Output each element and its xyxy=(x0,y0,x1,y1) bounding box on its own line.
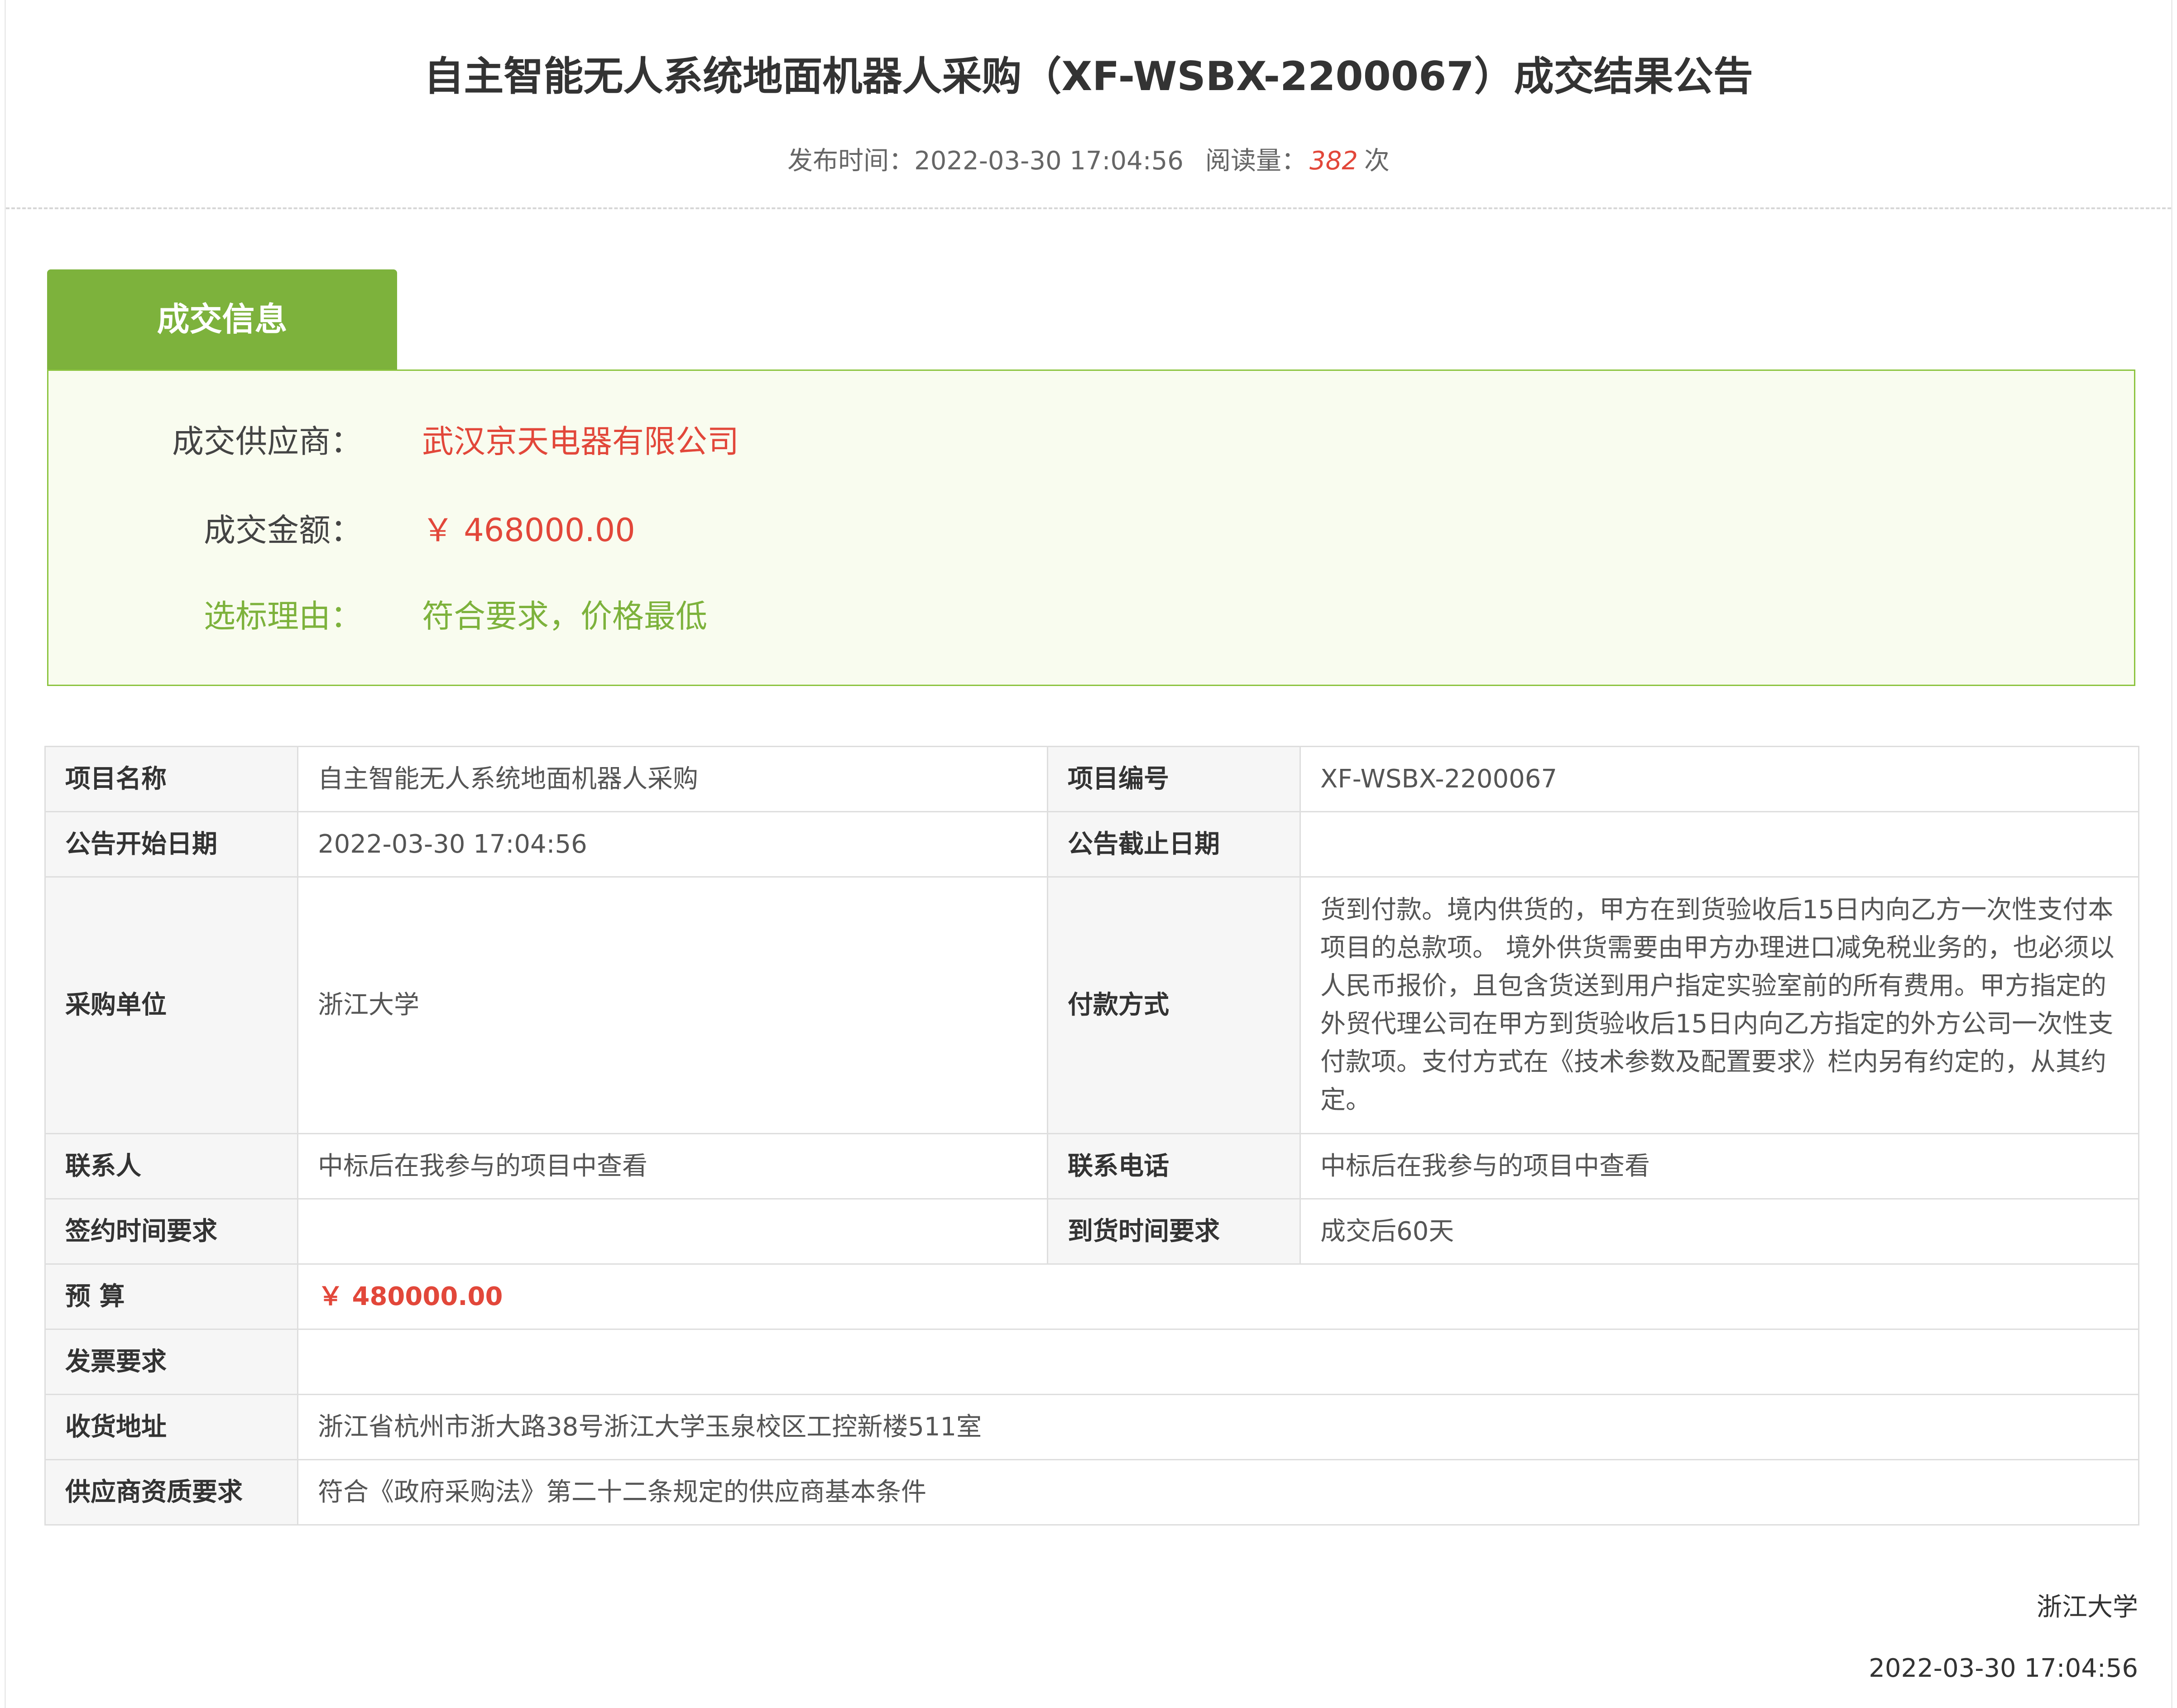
end-date-label: 公告截止日期 xyxy=(1047,811,1301,878)
project-details-table: 项目名称 自主智能无人系统地面机器人采购 项目编号 XF-WSBX-220006… xyxy=(44,746,2139,1526)
publish-time-label: 发布时间： xyxy=(787,146,915,176)
footer-organization: 浙江大学 xyxy=(2037,1593,2138,1622)
views-count: 382 xyxy=(1309,146,1358,176)
table-row: 预 算 ￥ 480000.00 xyxy=(44,1263,2139,1330)
supplier-label: 成交供应商： xyxy=(172,423,362,460)
invoice-value xyxy=(297,1329,2139,1395)
sign-time-value xyxy=(297,1198,1048,1265)
supplier-value: 武汉京天电器有限公司 xyxy=(422,423,739,460)
payment-label: 付款方式 xyxy=(1047,876,1301,1134)
views-unit: 次 xyxy=(1364,146,1390,176)
end-date-value xyxy=(1299,811,2139,878)
contact-value: 中标后在我参与的项目中查看 xyxy=(297,1133,1048,1199)
contact-label: 联系人 xyxy=(44,1133,298,1199)
start-date-value: 2022-03-30 17:04:56 xyxy=(297,811,1048,878)
phone-value: 中标后在我参与的项目中查看 xyxy=(1299,1133,2139,1199)
address-value: 浙江省杭州市浙大路38号浙江大学玉泉校区工控新楼511室 xyxy=(297,1394,2139,1460)
table-row: 收货地址 浙江省杭州市浙大路38号浙江大学玉泉校区工控新楼511室 xyxy=(44,1394,2139,1460)
payment-value: 货到付款。境内供货的，甲方在到货验收后15日内向乙方一次性支付本项目的总款项。 … xyxy=(1299,876,2139,1134)
page-title: 自主智能无人系统地面机器人采购（XF-WSBX-2200067）成交结果公告 xyxy=(424,53,1753,100)
project-name-value: 自主智能无人系统地面机器人采购 xyxy=(297,746,1048,812)
start-date-label: 公告开始日期 xyxy=(44,811,298,878)
publish-time: 2022-03-30 17:04:56 xyxy=(914,146,1184,176)
sign-time-label: 签约时间要求 xyxy=(44,1198,298,1265)
table-row: 发票要求 xyxy=(44,1329,2139,1395)
footer-date: 2022-03-30 17:04:56 xyxy=(1869,1654,2138,1683)
table-row: 公告开始日期 2022-03-30 17:04:56 公告截止日期 xyxy=(44,811,2139,878)
budget-label: 预 算 xyxy=(44,1263,298,1330)
purchaser-value: 浙江大学 xyxy=(297,876,1048,1134)
purchaser-label: 采购单位 xyxy=(44,876,298,1134)
project-no-label: 项目编号 xyxy=(1047,746,1301,812)
table-row: 项目名称 自主智能无人系统地面机器人采购 项目编号 XF-WSBX-220006… xyxy=(44,746,2139,812)
views-label: 阅读量： xyxy=(1205,146,1307,176)
reason-label: 选标理由： xyxy=(204,598,362,635)
phone-label: 联系电话 xyxy=(1047,1133,1301,1199)
reason-value: 符合要求，价格最低 xyxy=(422,598,707,635)
amount-label: 成交金额： xyxy=(204,512,362,549)
table-row: 联系人 中标后在我参与的项目中查看 联系电话 中标后在我参与的项目中查看 xyxy=(44,1133,2139,1199)
tab-deal-info[interactable]: 成交信息 xyxy=(47,269,397,370)
delivery-time-label: 到货时间要求 xyxy=(1047,1198,1301,1265)
table-row: 供应商资质要求 符合《政府采购法》第二十二条规定的供应商基本条件 xyxy=(44,1459,2139,1526)
address-label: 收货地址 xyxy=(44,1394,298,1460)
amount-value: ￥ 468000.00 xyxy=(422,512,635,549)
invoice-label: 发票要求 xyxy=(44,1329,298,1395)
budget-value: ￥ 480000.00 xyxy=(297,1263,2139,1330)
qualification-label: 供应商资质要求 xyxy=(44,1459,298,1526)
table-row: 采购单位 浙江大学 付款方式 货到付款。境内供货的，甲方在到货验收后15日内向乙… xyxy=(44,876,2139,1134)
delivery-time-value: 成交后60天 xyxy=(1299,1198,2139,1265)
dashed-divider xyxy=(6,207,2171,209)
project-no-value: XF-WSBX-2200067 xyxy=(1299,746,2139,812)
qualification-value: 符合《政府采购法》第二十二条规定的供应商基本条件 xyxy=(297,1459,2139,1526)
project-name-label: 项目名称 xyxy=(44,746,298,812)
publish-meta: 发布时间：2022-03-30 17:04:56 阅读量： 382 次 xyxy=(0,143,2177,179)
deal-info-panel: 成交供应商： 武汉京天电器有限公司 成交金额： ￥ 468000.00 选标理由… xyxy=(47,369,2135,686)
table-row: 签约时间要求 到货时间要求 成交后60天 xyxy=(44,1198,2139,1265)
